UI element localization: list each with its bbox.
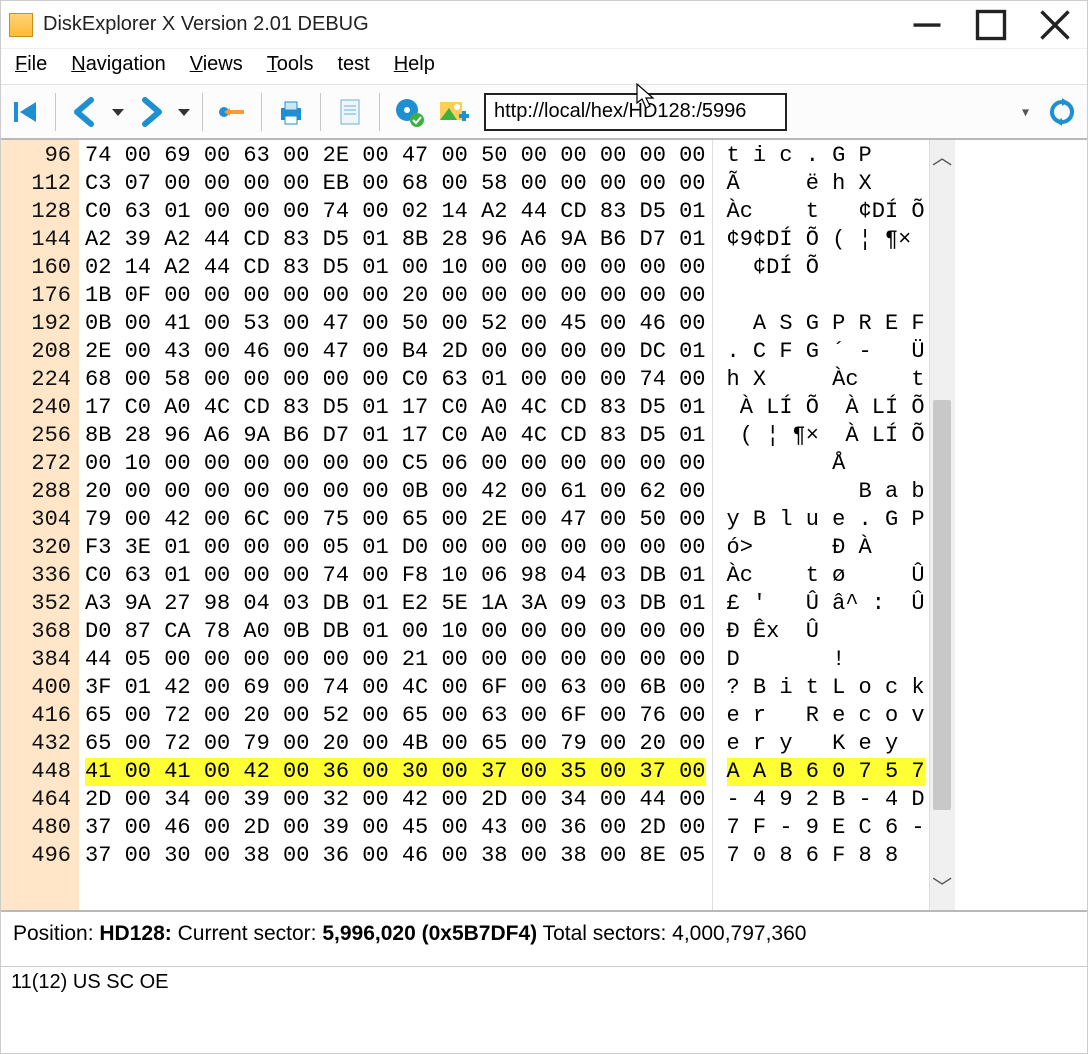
window-title: DiskExplorer X Version 2.01 DEBUG [43, 13, 909, 36]
maximize-button[interactable] [973, 11, 1009, 39]
menu-navigation[interactable]: Navigation [71, 53, 166, 76]
nav-forward-button[interactable] [132, 93, 170, 131]
address-bar: ▾ [484, 93, 1081, 131]
window-controls [909, 11, 1073, 39]
menu-views[interactable]: Views [190, 53, 243, 76]
nav-forward-dropdown[interactable] [176, 93, 192, 131]
total-sectors-value: 4,000,797,360 [672, 922, 806, 945]
disk-ok-button[interactable] [390, 93, 428, 131]
toolbar-separator [55, 93, 56, 131]
hex-bytes-column[interactable]: 74 00 69 00 63 00 2E 00 47 00 50 00 00 0… [79, 140, 712, 910]
image-add-button[interactable] [434, 93, 472, 131]
info-bar: Position: HD128: Current sector: 5,996,0… [1, 910, 1087, 966]
toolbar-separator [320, 93, 321, 131]
toolbar: ▾ [1, 84, 1087, 140]
menu-test[interactable]: test [337, 53, 369, 76]
total-sectors-label: Total sectors: [537, 922, 672, 945]
refresh-button[interactable] [1043, 93, 1081, 131]
current-sector-value: 5,996,020 (0x5B7DF4) [322, 922, 537, 945]
menu-file[interactable]: File [15, 53, 47, 76]
scroll-down-icon[interactable]: ﹀ [932, 870, 952, 910]
scrollbar[interactable]: ︿ ﹀ [929, 140, 955, 910]
toolbar-separator [202, 93, 203, 131]
nav-back-button[interactable] [66, 93, 104, 131]
hex-view[interactable]: 9611212814416017619220822424025627228830… [1, 140, 1087, 910]
titlebar: DiskExplorer X Version 2.01 DEBUG [1, 1, 1087, 49]
menu-help[interactable]: Help [394, 53, 435, 76]
menubar: File Navigation Views Tools test Help [1, 49, 1087, 84]
goto-button[interactable] [213, 93, 251, 131]
scroll-up-icon[interactable]: ︿ [932, 140, 952, 180]
position-label: Position: [13, 922, 99, 945]
toolbar-separator [379, 93, 380, 131]
offset-column: 9611212814416017619220822424025627228830… [1, 140, 79, 910]
position-value: HD128: [99, 922, 171, 945]
address-dropdown-icon[interactable]: ▾ [1022, 103, 1029, 120]
ascii-column[interactable]: t i c . G PÃ ë h XÀc t ¢DÍ Õ¢9¢DÍ Õ ( ¦ … [712, 140, 929, 910]
print-button[interactable] [272, 93, 310, 131]
address-input[interactable] [484, 93, 787, 131]
close-button[interactable] [1037, 11, 1073, 39]
app-icon [9, 13, 33, 37]
status-bar: 11(12) US SC OE [1, 966, 1087, 1002]
current-sector-label: Current sector: [172, 922, 323, 945]
scroll-thumb[interactable] [933, 400, 951, 810]
nav-first-button[interactable] [7, 93, 45, 131]
toolbar-separator [261, 93, 262, 131]
status-text: 11(12) US SC OE [11, 971, 168, 993]
minimize-button[interactable] [909, 11, 945, 39]
nav-back-dropdown[interactable] [110, 93, 126, 131]
menu-tools[interactable]: Tools [267, 53, 314, 76]
document-button[interactable] [331, 93, 369, 131]
